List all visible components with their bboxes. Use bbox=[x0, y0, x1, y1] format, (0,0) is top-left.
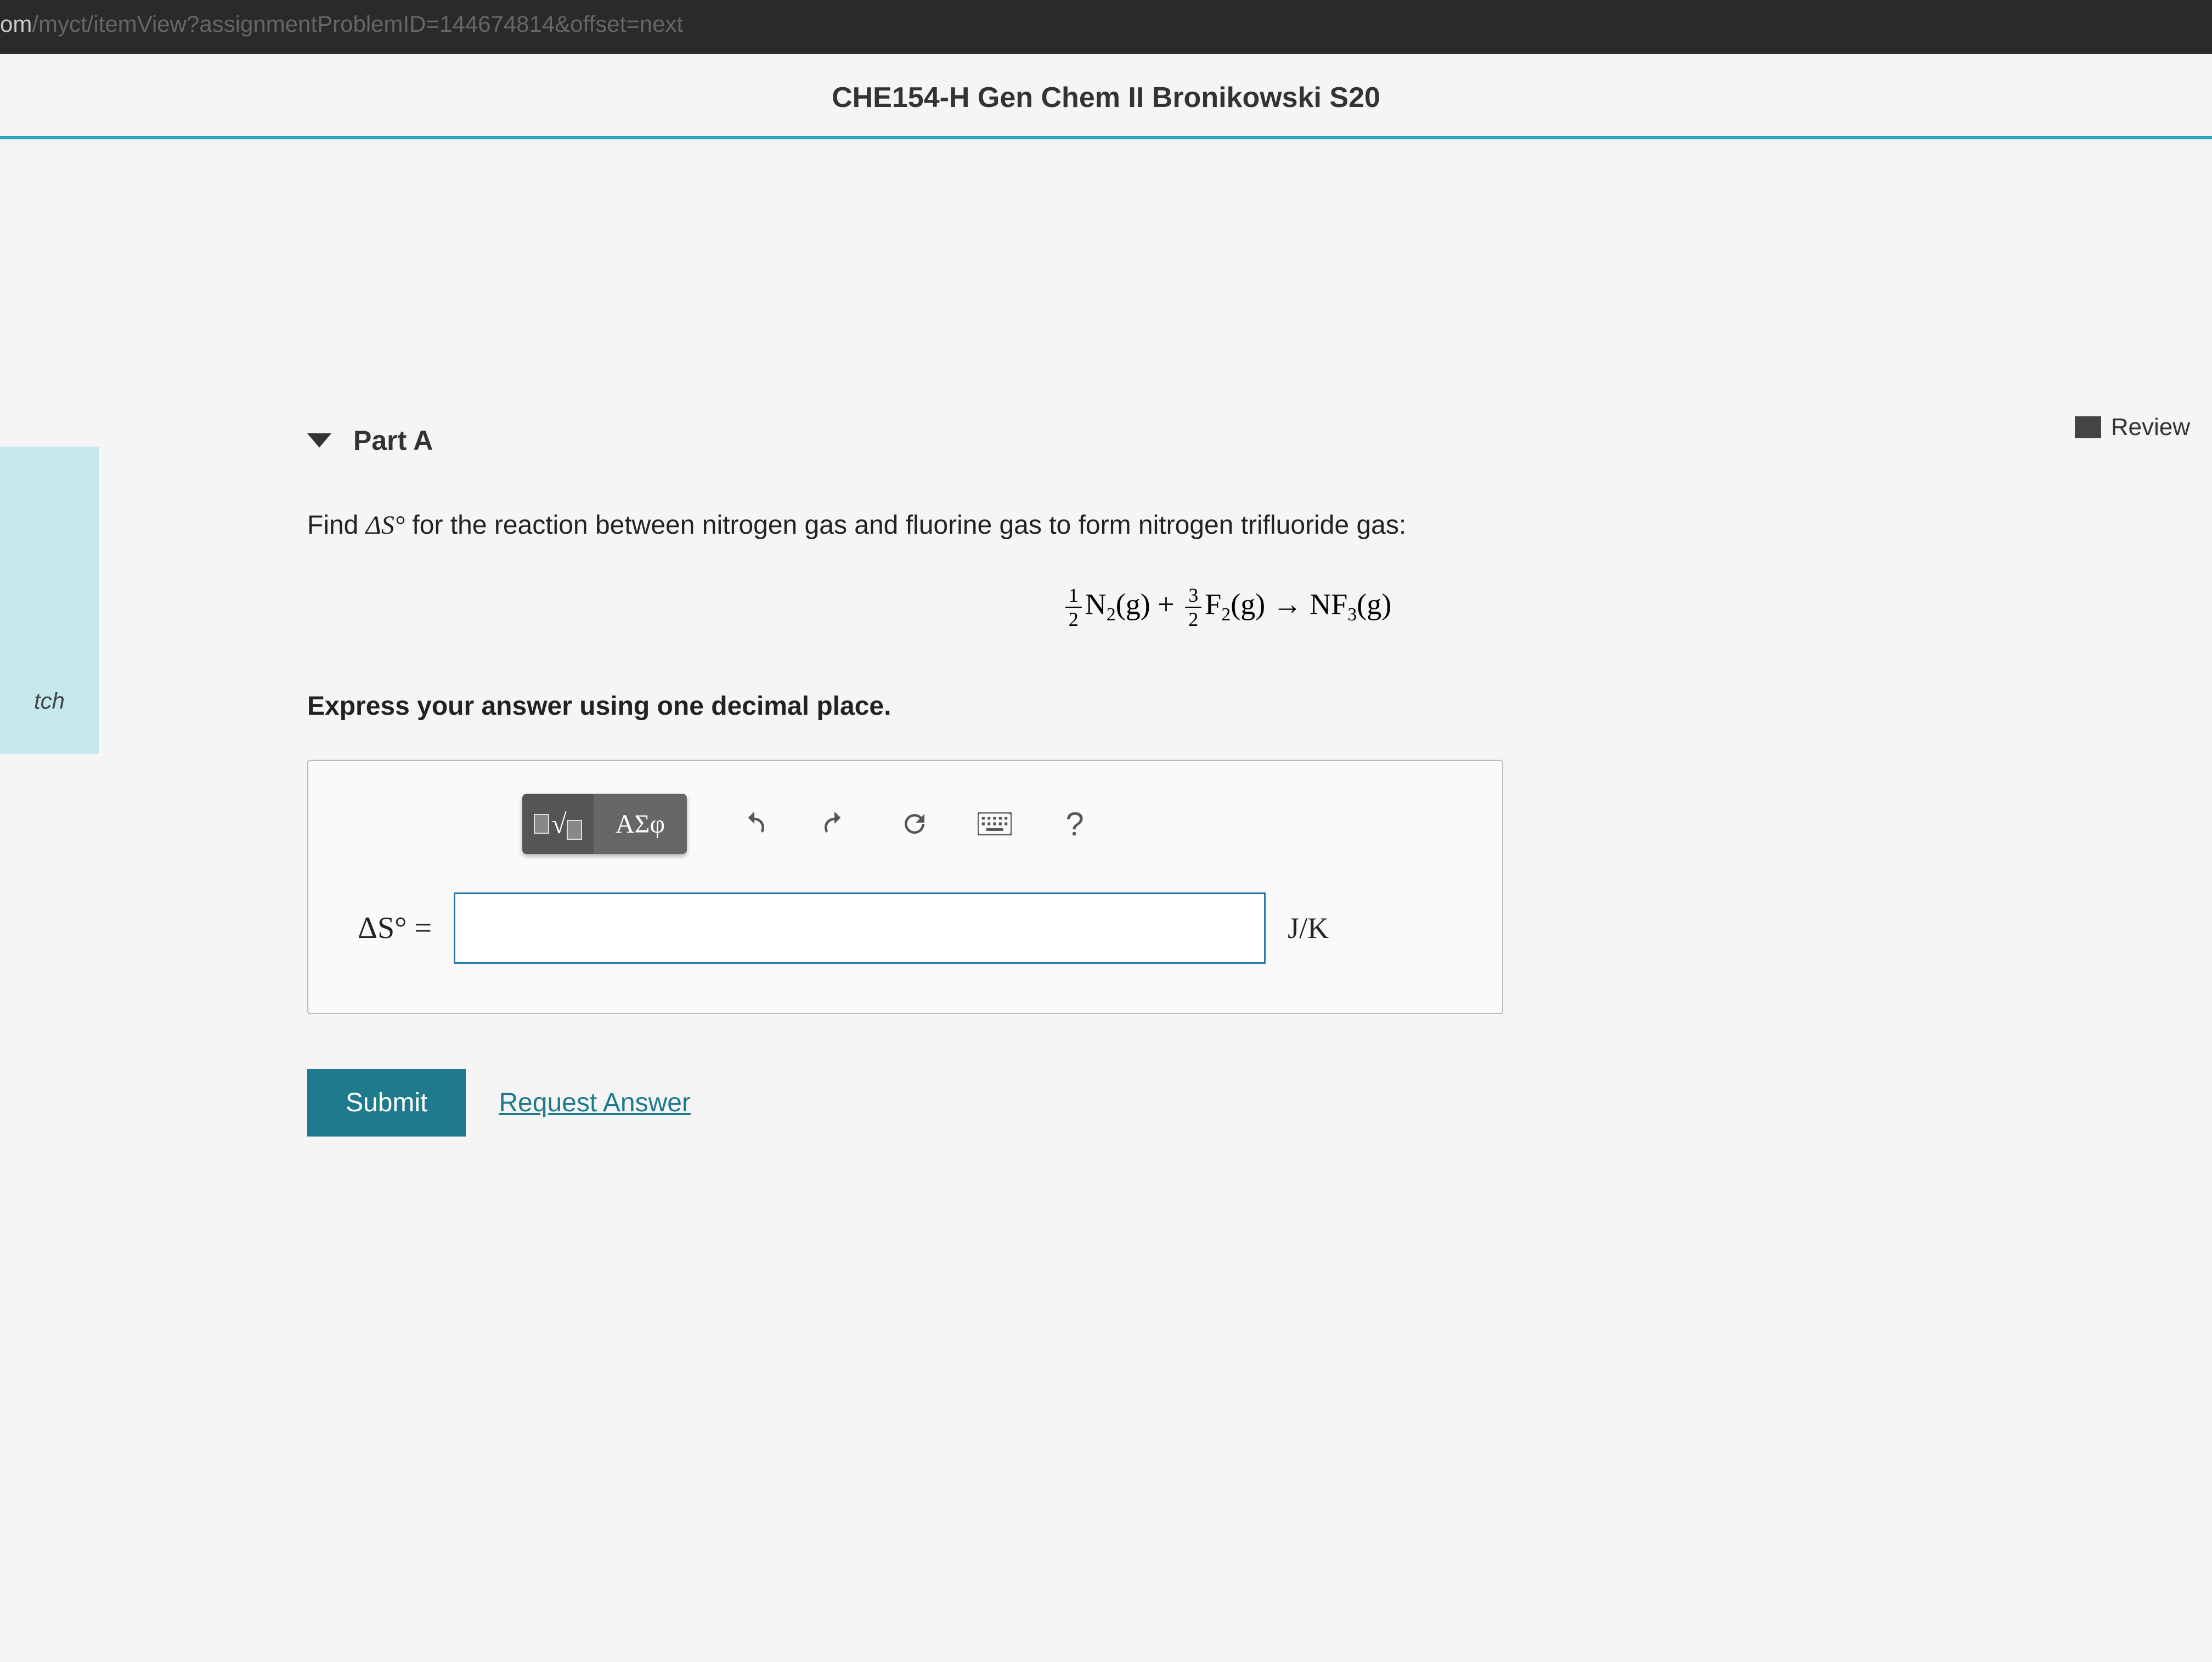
review-icon bbox=[2075, 416, 2101, 438]
review-label: Review bbox=[2111, 414, 2190, 441]
fraction-1: 1 2 bbox=[1065, 584, 1082, 631]
undo-button[interactable] bbox=[724, 794, 785, 854]
action-row: Submit Request Answer bbox=[307, 1069, 2146, 1137]
reaction-equation: 1 2 N2(g) + 3 2 F2(g) → NF3(g) bbox=[307, 584, 2146, 631]
delta-s-symbol: ΔS° bbox=[366, 511, 405, 540]
prompt-pre: Find bbox=[307, 511, 366, 540]
main-area: tch Review Part A Find ΔS° for the react… bbox=[0, 139, 2212, 1660]
redo-icon bbox=[820, 809, 849, 839]
redo-button[interactable] bbox=[804, 794, 865, 854]
sidebar-tab-label: tch bbox=[34, 688, 65, 714]
course-title: CHE154-H Gen Chem II Bronikowski S20 bbox=[0, 54, 2212, 139]
keyboard-icon bbox=[978, 812, 1012, 835]
part-header[interactable]: Part A bbox=[307, 425, 2146, 456]
part-label: Part A bbox=[353, 425, 433, 456]
answer-box: √ ΑΣφ bbox=[307, 760, 1503, 1014]
content-area: Review Part A Find ΔS° for the reaction … bbox=[99, 139, 2212, 1660]
answer-instruction: Express your answer using one decimal pl… bbox=[307, 691, 2146, 721]
undo-icon bbox=[740, 809, 769, 839]
review-link[interactable]: Review bbox=[2075, 414, 2190, 441]
equation-toolbar: √ ΑΣφ bbox=[522, 794, 1453, 854]
variable-label: ΔS° = bbox=[358, 911, 432, 946]
answer-input[interactable] bbox=[454, 892, 1266, 964]
request-answer-link[interactable]: Request Answer bbox=[499, 1088, 691, 1118]
math-template-icon: √ bbox=[534, 808, 582, 840]
page-container: CHE154-H Gen Chem II Bronikowski S20 tch… bbox=[0, 54, 2212, 1662]
chevron-down-icon bbox=[307, 433, 331, 448]
address-bar[interactable]: om/myct/itemView?assignmentProblemID=144… bbox=[0, 0, 2212, 54]
greek-symbols-button[interactable]: ΑΣφ bbox=[594, 794, 687, 854]
sidebar-tab[interactable]: tch bbox=[0, 446, 99, 754]
keyboard-button[interactable] bbox=[964, 794, 1025, 854]
url-host-fragment: om bbox=[0, 11, 32, 37]
url-path: /myct/itemView?assignmentProblemID=14467… bbox=[32, 11, 683, 37]
unit-label: J/K bbox=[1288, 911, 1329, 945]
question-prompt: Find ΔS° for the reaction between nitrog… bbox=[307, 506, 2146, 545]
reset-button[interactable] bbox=[884, 794, 945, 854]
help-button[interactable]: ? bbox=[1045, 794, 1105, 854]
reset-icon bbox=[900, 809, 929, 839]
template-button-group: √ ΑΣφ bbox=[522, 794, 687, 854]
answer-input-row: ΔS° = J/K bbox=[358, 892, 1453, 964]
math-templates-button[interactable]: √ bbox=[522, 794, 594, 854]
submit-button[interactable]: Submit bbox=[307, 1069, 466, 1137]
prompt-post: for the reaction between nitrogen gas an… bbox=[405, 511, 1406, 540]
fraction-2: 3 2 bbox=[1185, 584, 1201, 631]
